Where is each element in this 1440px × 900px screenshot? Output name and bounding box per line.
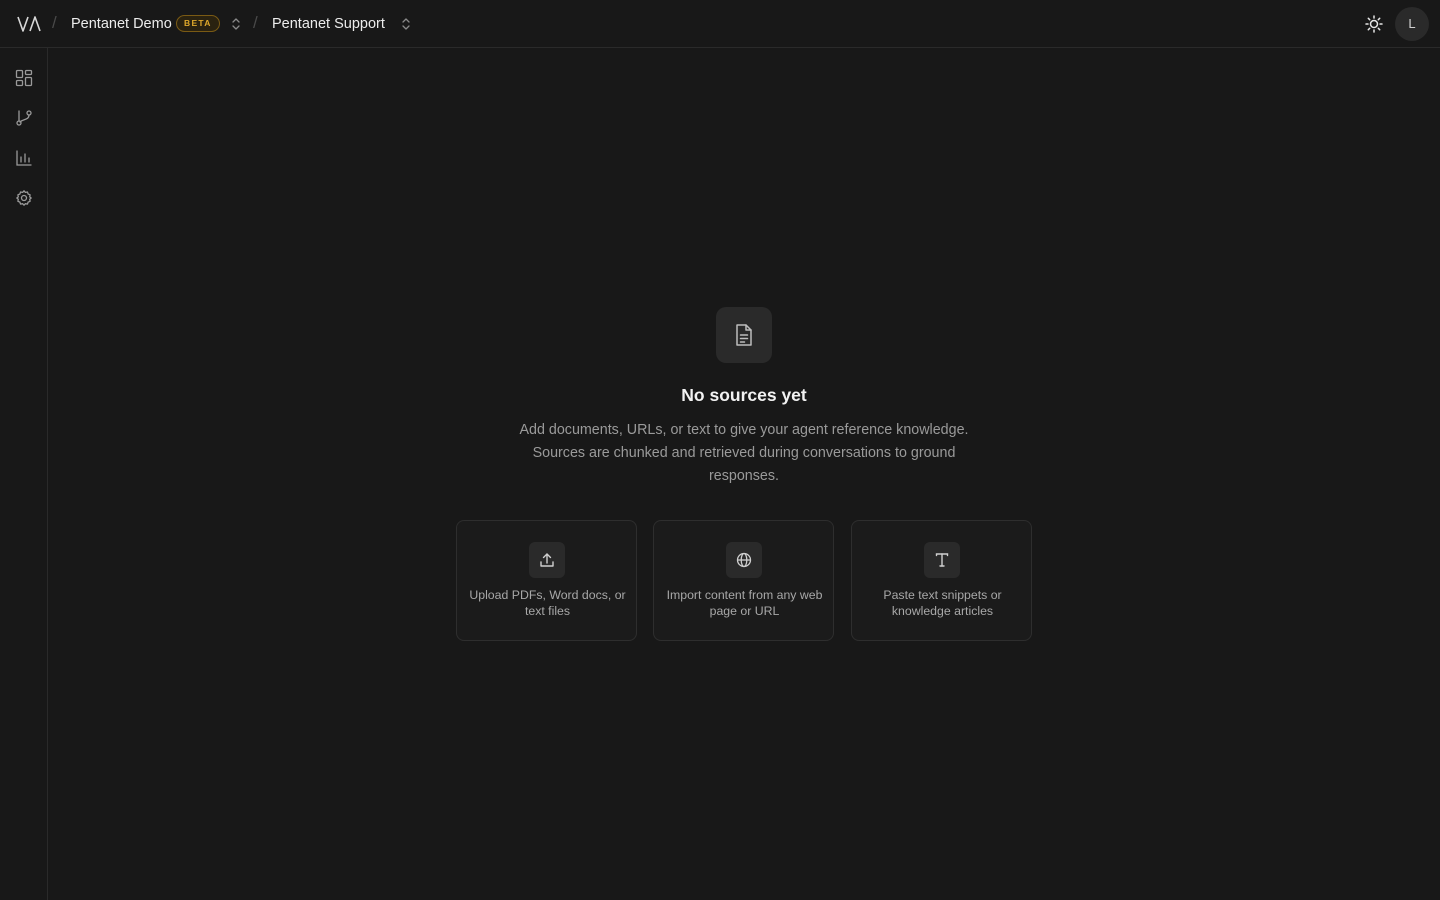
- import-url-card[interactable]: Import content from any web page or URL: [653, 520, 834, 641]
- settings-gear-icon: [16, 190, 32, 206]
- app-logo-icon[interactable]: [17, 14, 41, 34]
- theme-toggle-sun-icon[interactable]: [1363, 13, 1385, 35]
- upload-files-label: Upload PDFs, Word docs, or text files: [469, 588, 626, 618]
- sidebar-item-dashboard[interactable]: [12, 66, 36, 90]
- top-bar: / Pentanet Demo BETA / Pentanet Support …: [0, 0, 1440, 48]
- org-switcher-chevron-icon[interactable]: [230, 16, 242, 32]
- paste-text-label: Paste text snippets or knowledge article…: [883, 588, 1002, 618]
- upload-icon: [529, 542, 565, 578]
- globe-icon: [726, 542, 762, 578]
- sidebar-item-flows[interactable]: [12, 106, 36, 130]
- analytics-chart-icon: [16, 150, 32, 166]
- empty-state-title: No sources yet: [681, 385, 807, 405]
- paste-text-card[interactable]: Paste text snippets or knowledge article…: [851, 520, 1032, 641]
- project-name[interactable]: Pentanet Support: [272, 14, 385, 34]
- sidebar-item-analytics[interactable]: [12, 146, 36, 170]
- project-switcher-chevron-icon[interactable]: [400, 16, 412, 32]
- sidebar-item-settings[interactable]: [12, 186, 36, 210]
- upload-files-card[interactable]: Upload PDFs, Word docs, or text files: [456, 520, 637, 641]
- document-icon: [716, 307, 772, 363]
- import-url-label: Import content from any web page or URL: [666, 588, 823, 618]
- breadcrumb-separator: /: [253, 13, 258, 32]
- text-icon: [924, 542, 960, 578]
- dashboard-icon: [15, 69, 33, 87]
- flow-branch-icon: [16, 110, 32, 126]
- user-avatar[interactable]: L: [1395, 7, 1429, 41]
- empty-state-description: Add documents, URLs, or text to give you…: [519, 422, 969, 484]
- breadcrumb-separator: /: [52, 13, 57, 32]
- org-name[interactable]: Pentanet Demo: [71, 14, 172, 34]
- sidebar: [0, 48, 48, 900]
- beta-badge: BETA: [176, 15, 220, 32]
